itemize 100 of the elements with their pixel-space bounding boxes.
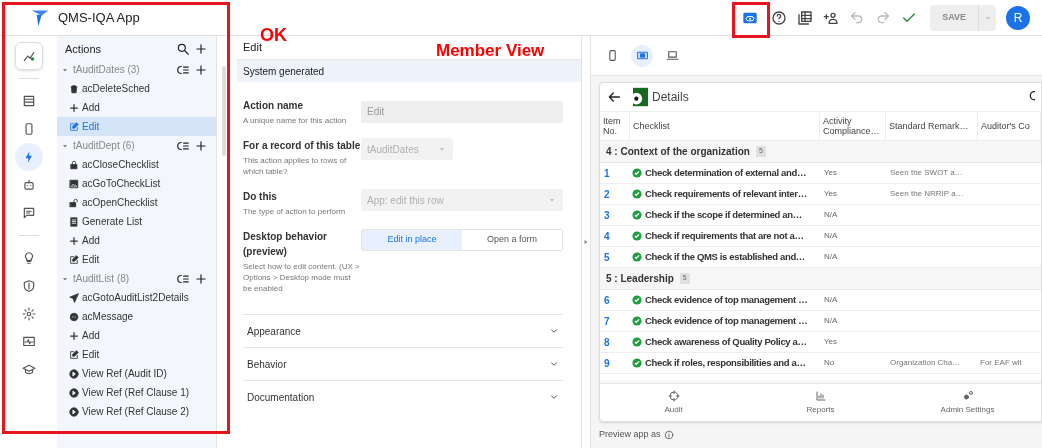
table-cell-text: N/A bbox=[823, 230, 839, 242]
table-cell-text: Yes bbox=[823, 188, 839, 200]
table-cell-text: N/A bbox=[823, 251, 839, 263]
bottom-nav-item[interactable]: Reports bbox=[747, 384, 894, 421]
collapse-handle-icon[interactable] bbox=[583, 239, 589, 245]
table-cell-text: Check awareness of Quality Policy a… bbox=[645, 334, 807, 349]
actions-nav-button[interactable] bbox=[14, 143, 43, 171]
group-header: 5 : Leadership bbox=[606, 272, 674, 286]
table-group-label[interactable]: tAuditList (8) bbox=[73, 271, 176, 286]
column-header[interactable]: Auditor's Co bbox=[978, 112, 1041, 140]
add-button[interactable] bbox=[194, 271, 208, 286]
item-number-link[interactable]: 1 bbox=[600, 165, 630, 181]
item-number-link[interactable]: 6 bbox=[600, 292, 630, 308]
table-group-label[interactable]: tAuditDept (6) bbox=[73, 138, 176, 153]
column-header[interactable]: Checklist bbox=[630, 112, 820, 140]
edit-icon bbox=[69, 254, 79, 265]
field-label: Action name bbox=[243, 99, 304, 113]
message-icon bbox=[69, 311, 79, 322]
doc-icon bbox=[69, 216, 79, 227]
item-number-link[interactable]: 9 bbox=[600, 355, 630, 371]
table-cell-text: No bbox=[823, 357, 836, 369]
data-icon bbox=[21, 94, 36, 108]
action-item[interactable]: View Ref (Ref Clause 1) bbox=[57, 383, 216, 402]
column-header[interactable]: Standard Remark… bbox=[886, 112, 978, 140]
action-item[interactable]: View Ref (Audit ID) bbox=[57, 364, 216, 383]
chevron-icon bbox=[549, 326, 559, 336]
collapsible-section[interactable]: Documentation bbox=[243, 380, 563, 413]
redo-icon bbox=[875, 9, 892, 26]
unlock-icon bbox=[69, 197, 79, 208]
plus-icon bbox=[194, 271, 208, 286]
table-cell-text: Seen the SWOT a… bbox=[889, 167, 964, 179]
collapsible-section[interactable]: Behavior bbox=[243, 347, 563, 380]
action-item[interactable]: View Ref (Ref Clause 2) bbox=[57, 402, 216, 421]
screen-title: Details bbox=[652, 89, 690, 106]
chat-icon bbox=[21, 206, 36, 220]
action-item[interactable]: Add bbox=[57, 326, 216, 345]
column-header[interactable]: Activity Compliance… bbox=[820, 112, 886, 140]
laptop-icon bbox=[665, 49, 679, 62]
item-number-link[interactable]: 7 bbox=[600, 313, 630, 329]
table-cell-text: Check evidence of top management … bbox=[645, 313, 808, 328]
table-cell-text: Check evidence of top management … bbox=[645, 292, 808, 307]
add-button[interactable] bbox=[194, 138, 208, 153]
add-button[interactable] bbox=[194, 62, 208, 77]
table-cell-text: For EAF wit bbox=[979, 357, 1023, 369]
item-number-link[interactable]: 5 bbox=[600, 249, 630, 265]
plus-icon bbox=[194, 62, 208, 77]
table-cell-text: Check if the scope if determined an… bbox=[645, 207, 802, 222]
chevron-icon bbox=[549, 392, 559, 402]
add-icon bbox=[69, 102, 79, 113]
check-circle-icon bbox=[632, 231, 642, 241]
action-item[interactable]: Edit bbox=[57, 345, 216, 364]
image-icon bbox=[69, 178, 79, 189]
highlight-rectangle bbox=[732, 2, 770, 38]
table-cell-text: Organization Cha… bbox=[889, 357, 962, 369]
plus-icon bbox=[194, 42, 208, 56]
add-icon bbox=[69, 330, 79, 341]
security-icon bbox=[21, 279, 36, 293]
editor-title: Edit bbox=[243, 41, 262, 56]
check-circle-icon bbox=[632, 210, 642, 220]
tablet-preview-button[interactable] bbox=[631, 44, 653, 67]
action-item[interactable]: acGotoAuditList2Details bbox=[57, 288, 216, 307]
view-icon bbox=[69, 406, 79, 417]
check-circle-icon bbox=[632, 189, 642, 199]
table-cell-text: Check if requirements that are not a… bbox=[645, 228, 804, 243]
add-action-button[interactable] bbox=[194, 42, 208, 56]
table-cell-text: N/A bbox=[823, 294, 839, 306]
action-item[interactable]: Add bbox=[57, 98, 216, 117]
back-button[interactable] bbox=[606, 89, 622, 105]
field-help: Select how to edit content. (UX > Options > Desktop mode must be enabled bbox=[243, 261, 361, 294]
action-item[interactable]: acOpenChecklist bbox=[57, 193, 216, 212]
check-circle-icon bbox=[632, 168, 642, 178]
segment-option[interactable]: Edit in place bbox=[362, 230, 462, 250]
tablet-icon bbox=[635, 49, 649, 62]
plus-icon bbox=[194, 138, 208, 153]
field-help: A unique name for this action bbox=[243, 115, 348, 126]
item-number-link[interactable]: 3 bbox=[600, 207, 630, 223]
item-number-link[interactable]: 4 bbox=[600, 228, 630, 244]
bottom-nav-item[interactable]: Admin Settings bbox=[894, 384, 1041, 421]
admin-icon bbox=[961, 389, 974, 402]
action-item[interactable]: acDeleteSched bbox=[57, 79, 216, 98]
action-item[interactable]: acCloseChecklist bbox=[57, 155, 216, 174]
field-label: Desktop behavior (preview) bbox=[243, 230, 328, 259]
help-icon bbox=[771, 9, 788, 26]
column-header[interactable]: Item No. bbox=[600, 112, 630, 140]
bots-icon bbox=[21, 178, 36, 192]
bottom-nav-item[interactable]: Audit bbox=[600, 384, 747, 421]
action-item[interactable]: Generate List bbox=[57, 212, 216, 231]
action-item[interactable]: Edit bbox=[57, 250, 216, 269]
lock-icon bbox=[69, 159, 79, 170]
collapsible-section[interactable]: Appearance bbox=[243, 314, 563, 347]
info-icon bbox=[663, 429, 674, 440]
item-number-link[interactable]: 8 bbox=[600, 334, 630, 350]
action-item[interactable]: acGoToCheckList bbox=[57, 174, 216, 193]
user-avatar[interactable]: R bbox=[1006, 5, 1030, 30]
automation-nav-button[interactable] bbox=[14, 42, 43, 70]
item-number-link[interactable]: 2 bbox=[600, 186, 630, 202]
action-item[interactable]: Add bbox=[57, 231, 216, 250]
action-item[interactable]: Edit bbox=[57, 117, 216, 136]
learn-icon bbox=[21, 363, 36, 377]
action-item[interactable]: acMessage bbox=[57, 307, 216, 326]
